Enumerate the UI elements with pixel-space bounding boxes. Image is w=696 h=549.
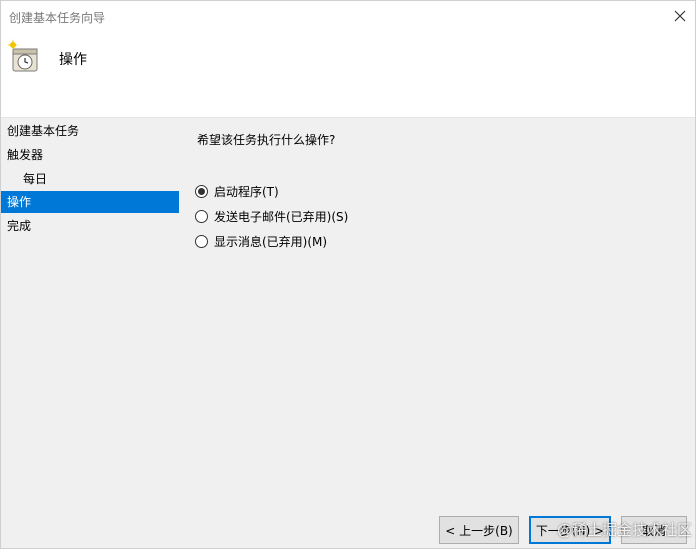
radio-show-message[interactable] xyxy=(195,234,208,248)
option-start-program[interactable]: 启动程序(T) xyxy=(195,182,279,200)
pane-divider xyxy=(181,118,182,548)
nav-item-trigger[interactable]: 触发器 xyxy=(1,144,179,166)
window-title: 创建基本任务向导 xyxy=(9,11,106,25)
wizard-header: 操作 xyxy=(1,31,695,118)
nav-item-daily[interactable]: 每日 xyxy=(1,168,179,190)
back-button[interactable]: < 上一步(B) xyxy=(439,516,519,544)
page-title: 操作 xyxy=(59,52,87,68)
close-button[interactable] xyxy=(665,1,695,31)
action-question: 希望该任务执行什么操作? xyxy=(197,133,336,147)
nav-item-finish[interactable]: 完成 xyxy=(1,215,179,237)
nav-item-action[interactable]: 操作 xyxy=(1,191,179,213)
option-show-message-label: 显示消息(已弃用)(M) xyxy=(214,234,328,249)
wizard-window: 创建基本任务向导 操作 创建基本任务 触发器 每日 操作 完成 希望该任务执行什… xyxy=(0,0,696,549)
nav-item-create-basic-task[interactable]: 创建基本任务 xyxy=(1,120,179,142)
option-show-message[interactable]: 显示消息(已弃用)(M) xyxy=(195,232,327,250)
cancel-button[interactable]: 取消 xyxy=(621,516,687,544)
title-bar: 创建基本任务向导 xyxy=(1,1,695,31)
option-send-email-label: 发送电子邮件(已弃用)(S) xyxy=(214,209,349,224)
radio-send-email[interactable] xyxy=(195,209,208,223)
radio-start-program[interactable] xyxy=(195,184,208,198)
next-button[interactable]: 下一步(N) > xyxy=(529,516,611,544)
close-icon xyxy=(674,10,686,22)
option-send-email[interactable]: 发送电子邮件(已弃用)(S) xyxy=(195,207,348,225)
task-clock-icon xyxy=(7,39,38,72)
step-navigation: 创建基本任务 触发器 每日 操作 完成 xyxy=(1,118,181,548)
option-start-program-label: 启动程序(T) xyxy=(214,184,279,199)
